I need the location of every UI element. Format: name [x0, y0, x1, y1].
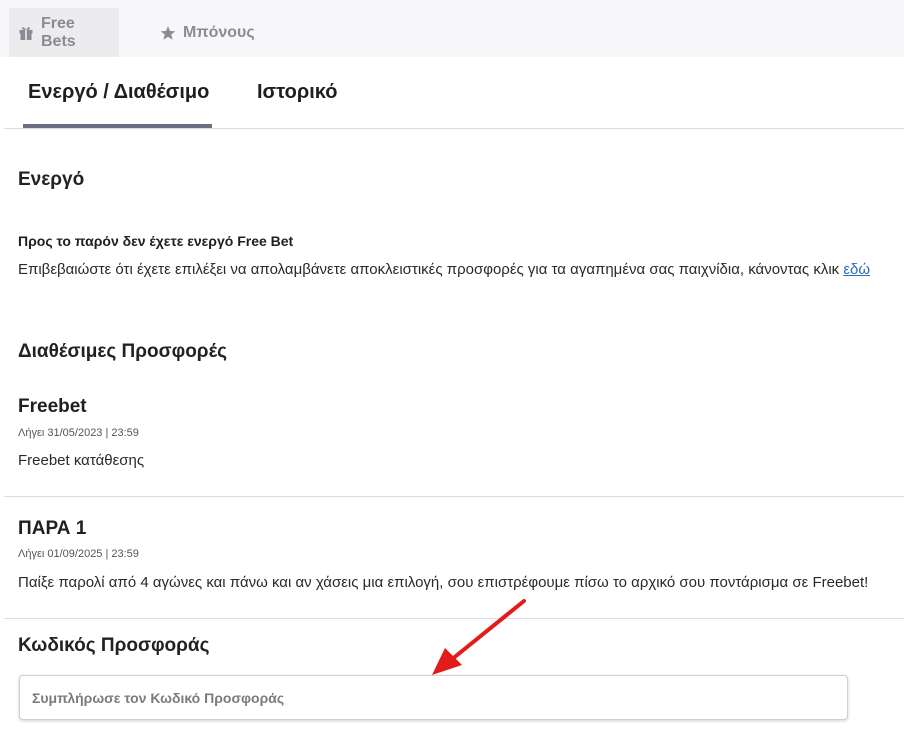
- star-icon: [160, 25, 176, 41]
- available-offers-heading: Διαθέσιμες Προσφορές: [18, 341, 228, 362]
- free-bets-page: Free Bets Μπόνους Ενεργό / Διαθέσιμο Ιστ…: [0, 0, 904, 729]
- tab-history-label: Ιστορικό: [257, 81, 338, 103]
- promo-code-input[interactable]: [19, 675, 848, 720]
- tab-bonus[interactable]: Μπόνους: [151, 8, 264, 57]
- tab-active-available[interactable]: Ενεργό / Διαθέσιμο: [23, 57, 212, 128]
- tab-active-available-label: Ενεργό / Διαθέσιμο: [28, 81, 210, 103]
- no-active-freebet-text: Επιβεβαιώστε ότι έχετε επιλέξει να απολα…: [18, 261, 870, 278]
- offer-title: Freebet: [18, 396, 87, 417]
- offer-expiry: Λήγει 31/05/2023 | 23:59: [18, 427, 139, 439]
- divider: [4, 496, 904, 497]
- no-active-freebet-title: Προς το παρόν δεν έχετε ενεργό Free Bet: [18, 233, 294, 249]
- promo-code-heading: Κωδικός Προσφοράς: [18, 635, 210, 656]
- notice-text: Επιβεβαιώστε ότι έχετε επιλέξει να απολα…: [18, 261, 840, 278]
- gift-icon: [18, 25, 34, 41]
- offer-description: Παίξε παρολί από 4 αγώνες και πάνω και α…: [18, 574, 869, 591]
- tab-bonus-label: Μπόνους: [183, 23, 255, 41]
- sub-tab-bar: Ενεργό / Διαθέσιμο Ιστορικό: [4, 57, 904, 129]
- divider: [4, 618, 904, 619]
- top-tab-bar: Free Bets Μπόνους: [0, 0, 904, 57]
- offer-expiry: Λήγει 01/09/2025 | 23:59: [18, 548, 139, 560]
- tab-free-bets-label: Free Bets: [41, 14, 76, 50]
- offer-description: Freebet κατάθεσης: [18, 452, 145, 469]
- here-link[interactable]: εδώ: [843, 261, 870, 278]
- tab-free-bets[interactable]: Free Bets: [9, 8, 119, 57]
- tab-history[interactable]: Ιστορικό: [257, 57, 337, 128]
- active-heading: Ενεργό: [18, 169, 85, 190]
- offer-title: ΠΑΡΑ 1: [18, 518, 87, 539]
